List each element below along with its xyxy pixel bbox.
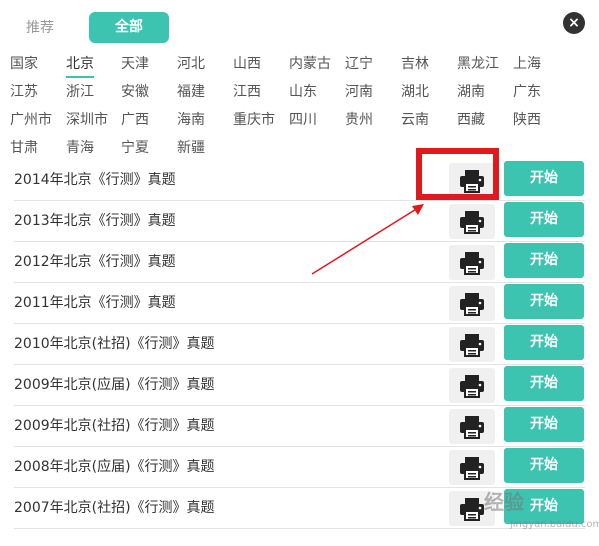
- exam-title[interactable]: 2014年北京《行测》真题: [14, 160, 176, 201]
- list-item: 2009年北京(社招)《行测》真题 开始: [14, 406, 585, 447]
- start-button[interactable]: 开始: [504, 202, 584, 237]
- region-row: 广州市 深圳市 广西 海南 重庆市 四川 贵州 云南 西藏 陕西: [0, 108, 599, 136]
- print-button[interactable]: [449, 450, 495, 485]
- region-item[interactable]: 上海: [513, 52, 541, 78]
- region-item[interactable]: 福建: [177, 80, 205, 106]
- start-button[interactable]: 开始: [504, 448, 584, 483]
- list-item: 2011年北京《行测》真题 开始: [14, 283, 585, 324]
- list-item: 2009年北京(应届)《行测》真题 开始: [14, 365, 585, 406]
- printer-icon: [460, 457, 484, 480]
- region-item[interactable]: 安徽: [121, 80, 149, 106]
- start-button[interactable]: 开始: [504, 325, 584, 360]
- list-item: 2008年北京(应届)《行测》真题 开始: [14, 447, 585, 488]
- region-item[interactable]: 河南: [345, 80, 373, 106]
- region-item[interactable]: 广西: [121, 108, 149, 134]
- watermark: 经验: [484, 490, 524, 514]
- exam-title[interactable]: 2013年北京《行测》真题: [14, 201, 176, 242]
- region-item[interactable]: 内蒙古: [289, 52, 331, 78]
- region-item[interactable]: 江西: [233, 80, 261, 106]
- printer-icon: [460, 293, 484, 316]
- exam-title[interactable]: 2009年北京(社招)《行测》真题: [14, 406, 215, 447]
- region-item[interactable]: 云南: [401, 108, 429, 134]
- list-item: 2014年北京《行测》真题 开始: [14, 160, 585, 201]
- start-button[interactable]: 开始: [504, 366, 584, 401]
- region-item[interactable]: 黑龙江: [457, 52, 499, 78]
- region-item[interactable]: 甘肃: [10, 136, 38, 162]
- region-item[interactable]: 浙江: [66, 80, 94, 106]
- highlight-box: [416, 148, 499, 200]
- print-button[interactable]: [449, 327, 495, 362]
- region-item[interactable]: 江苏: [10, 80, 38, 106]
- region-item[interactable]: 吉林: [401, 52, 429, 78]
- start-button[interactable]: 开始: [504, 161, 584, 196]
- printer-icon: [460, 416, 484, 439]
- region-item[interactable]: 重庆市: [233, 108, 275, 134]
- print-button[interactable]: [449, 245, 495, 280]
- printer-icon: [460, 211, 484, 234]
- close-icon[interactable]: ×: [563, 12, 585, 34]
- region-item[interactable]: 天津: [121, 52, 149, 78]
- region-filter: 国家 北京 天津 河北 山西 内蒙古 辽宁 吉林 黑龙江 上海 江苏 浙江 安徽…: [0, 52, 599, 164]
- region-item[interactable]: 宁夏: [121, 136, 149, 162]
- exam-title[interactable]: 2012年北京《行测》真题: [14, 242, 176, 283]
- top-tabs: 推荐 全部 ×: [0, 0, 599, 48]
- region-item[interactable]: 西藏: [457, 108, 485, 134]
- print-button[interactable]: [449, 286, 495, 321]
- region-item[interactable]: 山西: [233, 52, 261, 78]
- region-item[interactable]: 广东: [513, 80, 541, 106]
- list-item: 2012年北京《行测》真题 开始: [14, 242, 585, 283]
- region-item[interactable]: 深圳市: [66, 108, 108, 134]
- watermark-url: jingyan.baidu.com: [510, 519, 599, 530]
- printer-icon: [460, 252, 484, 275]
- region-row: 国家 北京 天津 河北 山西 内蒙古 辽宁 吉林 黑龙江 上海: [0, 52, 599, 80]
- region-item[interactable]: 辽宁: [345, 52, 373, 78]
- region-item[interactable]: 陕西: [513, 108, 541, 134]
- region-item[interactable]: 贵州: [345, 108, 373, 134]
- exam-title[interactable]: 2007年北京(社招)《行测》真题: [14, 488, 215, 529]
- region-item[interactable]: 新疆: [177, 136, 205, 162]
- print-button[interactable]: [449, 204, 495, 239]
- printer-icon: [460, 375, 484, 398]
- region-item[interactable]: 海南: [177, 108, 205, 134]
- region-item[interactable]: 北京: [66, 52, 94, 78]
- print-button[interactable]: [449, 368, 495, 403]
- region-row: 江苏 浙江 安徽 福建 江西 山东 河南 湖北 湖南 广东: [0, 80, 599, 108]
- exam-title[interactable]: 2011年北京《行测》真题: [14, 283, 176, 324]
- start-button[interactable]: 开始: [504, 284, 584, 319]
- list-item: 2010年北京(社招)《行测》真题 开始: [14, 324, 585, 365]
- exam-title[interactable]: 2008年北京(应届)《行测》真题: [14, 447, 215, 488]
- exam-title[interactable]: 2009年北京(应届)《行测》真题: [14, 365, 215, 406]
- region-item[interactable]: 四川: [289, 108, 317, 134]
- start-button[interactable]: 开始: [504, 243, 584, 278]
- printer-icon: [460, 498, 484, 521]
- region-item[interactable]: 国家: [10, 52, 38, 78]
- exam-title[interactable]: 2010年北京(社招)《行测》真题: [14, 324, 215, 365]
- start-button[interactable]: 开始: [504, 407, 584, 442]
- printer-icon: [460, 334, 484, 357]
- region-item[interactable]: 河北: [177, 52, 205, 78]
- print-button[interactable]: [449, 409, 495, 444]
- list-item: 2013年北京《行测》真题 开始: [14, 201, 585, 242]
- region-item[interactable]: 山东: [289, 80, 317, 106]
- region-item[interactable]: 湖南: [457, 80, 485, 106]
- region-item[interactable]: 青海: [66, 136, 94, 162]
- region-item[interactable]: 湖北: [401, 80, 429, 106]
- region-item[interactable]: 广州市: [10, 108, 52, 134]
- tab-recommend[interactable]: 推荐: [11, 14, 69, 42]
- exam-list: 2014年北京《行测》真题 开始 2013年北京《行测》真题 开始 2012年北…: [14, 160, 585, 529]
- tab-all[interactable]: 全部: [89, 12, 169, 43]
